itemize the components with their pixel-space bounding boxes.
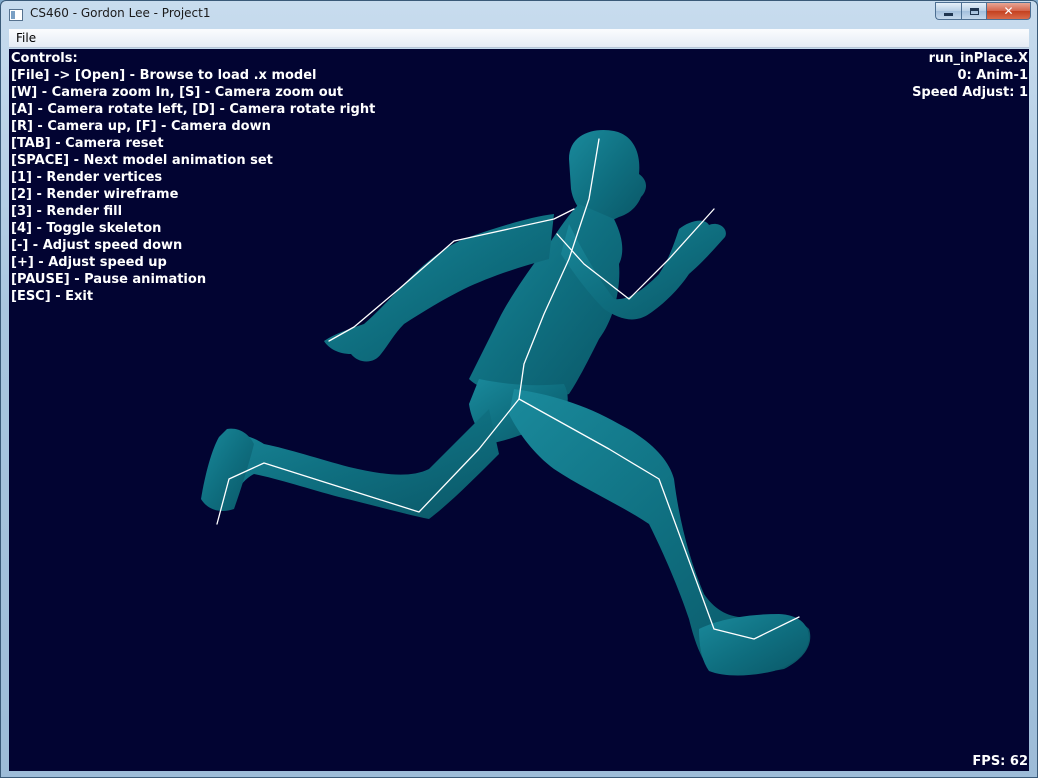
control-line: [W] - Camera zoom In, [S] - Camera zoom …: [11, 85, 344, 100]
model-front-boot: [699, 614, 809, 676]
control-line: [PAUSE] - Pause animation: [11, 272, 207, 287]
controls-header: Controls:: [11, 51, 78, 66]
control-line: [1] - Render vertices: [11, 170, 163, 185]
control-line: [SPACE] - Next model animation set: [11, 153, 273, 168]
control-line: [TAB] - Camera reset: [11, 136, 164, 151]
control-line: [+] - Adjust speed up: [11, 255, 167, 270]
control-line: [2] - Render wireframe: [11, 187, 179, 202]
minimize-button[interactable]: [935, 2, 961, 20]
render-viewport[interactable]: Controls: [File] -> [Open] - Browse to l…: [9, 49, 1029, 771]
close-icon: ✕: [1003, 4, 1014, 18]
control-line: [A] - Camera rotate left, [D] - Camera r…: [11, 102, 376, 117]
menu-file[interactable]: File: [16, 31, 36, 45]
control-line: [File] -> [Open] - Browse to load .x mod…: [11, 68, 317, 83]
fps-counter: FPS: 62: [972, 754, 1028, 769]
control-line: [-] - Adjust speed down: [11, 238, 183, 253]
close-button[interactable]: ✕: [987, 2, 1031, 20]
control-line: [4] - Toggle skeleton: [11, 221, 162, 236]
speed-adjust-label: Speed Adjust: 1: [912, 85, 1028, 100]
model-status-panel: run_inPlace.X 0: Anim-1 Speed Adjust: 1: [912, 50, 1028, 101]
menu-bar: File: [9, 29, 1029, 48]
maximize-icon: [969, 7, 979, 15]
application-window: CS460 - Gordon Lee - Project1 ✕ File Con…: [0, 0, 1038, 778]
window-controls: ✕: [935, 2, 1031, 20]
control-line: [3] - Render fill: [11, 204, 123, 219]
controls-help-panel: Controls: [File] -> [Open] - Browse to l…: [11, 50, 375, 305]
window-title: CS460 - Gordon Lee - Project1: [30, 6, 211, 20]
control-line: [ESC] - Exit: [11, 289, 94, 304]
minimize-icon: [944, 12, 953, 16]
app-window-icon[interactable]: [9, 9, 23, 21]
maximize-button[interactable]: [961, 2, 987, 20]
animation-set-label: 0: Anim-1: [957, 68, 1028, 83]
model-back-leg: [205, 409, 499, 519]
title-bar[interactable]: CS460 - Gordon Lee - Project1 ✕: [1, 1, 1037, 29]
control-line: [R] - Camera up, [F] - Camera down: [11, 119, 271, 134]
model-back-foot: [201, 428, 254, 511]
model-file-name: run_inPlace.X: [928, 51, 1028, 66]
